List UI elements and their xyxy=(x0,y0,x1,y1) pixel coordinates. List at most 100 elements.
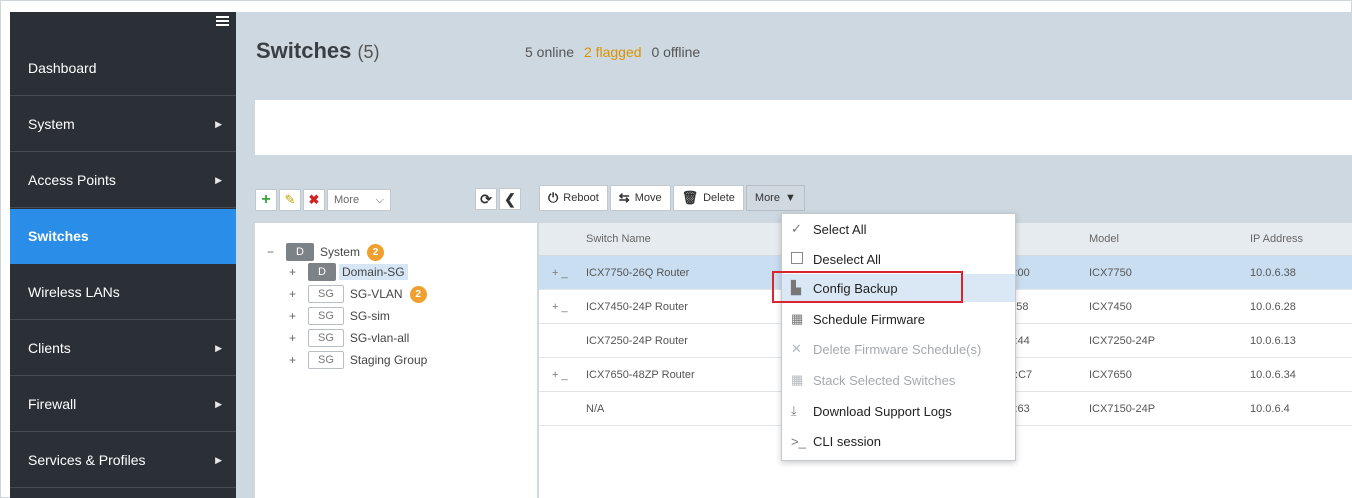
expand-toggle-icon[interactable]: + xyxy=(289,265,303,279)
expand-toggle-icon[interactable]: + xyxy=(289,353,303,367)
hamburger-menu-icon[interactable] xyxy=(216,16,229,28)
sidebar-item-label: Firewall xyxy=(28,396,77,412)
sidebar-item-system[interactable]: System ▶ xyxy=(10,97,236,152)
status-summary: 5 online 2 flagged 0 offline xyxy=(525,44,700,60)
more-dropdown-button[interactable]: More ▼ xyxy=(745,185,805,211)
menu-item-download-support-logs[interactable]: ⤓ Download Support Logs xyxy=(782,397,1015,425)
sidebar-item-services-profiles[interactable]: Services & Profiles ▶ xyxy=(10,433,236,488)
expand-row-icon[interactable]: + _ xyxy=(552,301,568,313)
check-icon: ✓ xyxy=(791,221,802,236)
tree-node-staging-group[interactable]: + SG Staging Group xyxy=(289,351,430,369)
cell-model: ICX7150-24P xyxy=(1089,403,1156,415)
expand-toggle-icon[interactable]: + xyxy=(289,309,303,323)
sidebar-item-dashboard[interactable]: Dashboard xyxy=(10,41,236,96)
tree-node-system[interactable]: − D System 2 xyxy=(267,243,384,261)
sidebar-item-clients[interactable]: Clients ▶ xyxy=(10,321,236,376)
cell-ip: 10.0.6.4 xyxy=(1250,403,1290,415)
menu-item-config-backup[interactable]: ▙ Config Backup xyxy=(782,274,1015,302)
menu-item-label: Stack Selected Switches xyxy=(813,372,956,388)
menu-item-label: Delete Firmware Schedule(s) xyxy=(813,341,982,357)
tree-node-label: Domain-SG xyxy=(338,264,408,280)
column-header-switch-name[interactable]: Switch Name xyxy=(586,233,651,245)
cell-switch-name: ICX7450-24P Router xyxy=(586,301,688,313)
switch-group-tag: SG xyxy=(308,329,344,347)
delete-label: Delete xyxy=(703,192,735,204)
menu-item-select-all[interactable]: ✓ Select All xyxy=(782,215,1015,243)
chevron-right-icon: ▶ xyxy=(215,398,222,409)
tree-node-domain-sg[interactable]: + D Domain-SG xyxy=(289,263,408,281)
edit-pencil-icon[interactable]: ✎ xyxy=(279,189,301,211)
group-tree: − D System 2 + D Domain-SG + SG SG-VLAN … xyxy=(255,223,537,498)
switch-group-tag: SG xyxy=(308,285,344,303)
switch-group-tag: SG xyxy=(308,307,344,325)
column-header-ip-address[interactable]: IP Address xyxy=(1250,233,1303,245)
column-header-model[interactable]: Model xyxy=(1089,233,1119,245)
tree-right-buttons: ⟳ ❮ xyxy=(475,188,521,210)
x-icon: ✕ xyxy=(791,341,802,356)
sidebar-item-label: Switches xyxy=(28,228,89,244)
cell-ip: 10.0.6.28 xyxy=(1250,301,1296,313)
menu-item-label: Download Support Logs xyxy=(813,403,952,419)
terminal-icon: >_ xyxy=(791,433,806,449)
flagged-count[interactable]: 2 flagged xyxy=(584,44,642,60)
sidebar-item-label: Dashboard xyxy=(28,60,97,76)
collapse-panel-icon[interactable]: ❮ xyxy=(499,188,521,210)
reboot-button[interactable]: ⏻ Reboot xyxy=(539,185,608,211)
sidebar-item-label: Wireless LANs xyxy=(28,284,120,300)
switch-count: (5) xyxy=(357,42,380,62)
chevron-right-icon: ▶ xyxy=(215,342,222,353)
reboot-label: Reboot xyxy=(563,192,599,204)
tree-node-sg-vlan[interactable]: + SG SG-VLAN 2 xyxy=(289,285,427,303)
expand-toggle-icon[interactable]: + xyxy=(289,331,303,345)
cell-model: ICX7450 xyxy=(1089,301,1132,313)
sidebar-item-access-points[interactable]: Access Points ▶ xyxy=(10,153,236,208)
menu-item-deselect-all[interactable]: Deselect All xyxy=(782,245,1015,273)
cell-switch-name: ICX7750-26Q Router xyxy=(586,267,690,279)
tree-node-label: Staging Group xyxy=(349,353,428,367)
add-group-button[interactable]: + xyxy=(255,189,277,211)
domain-tag: D xyxy=(286,243,314,261)
menu-item-label: Config Backup xyxy=(813,280,898,296)
sidebar-item-label: Clients xyxy=(28,340,71,356)
tree-node-label: SG-VLAN xyxy=(349,287,403,301)
expand-row-icon[interactable]: + _ xyxy=(552,267,568,279)
collapse-toggle-icon[interactable]: − xyxy=(267,245,281,259)
expand-toggle-icon[interactable]: + xyxy=(289,287,303,301)
sidebar-item-firewall[interactable]: Firewall ▶ xyxy=(10,377,236,432)
chevron-right-icon: ▶ xyxy=(215,174,222,185)
tree-node-label: SG-sim xyxy=(349,309,390,323)
menu-item-stack-selected-switches[interactable]: ▦ Stack Selected Switches xyxy=(782,366,1015,394)
sidebar-item-label: Access Points xyxy=(28,172,116,188)
tree-more-dropdown[interactable]: More ⌵ xyxy=(327,189,391,211)
move-button[interactable]: ⇆ Move xyxy=(609,185,671,211)
menu-item-delete-firmware-schedule[interactable]: ✕ Delete Firmware Schedule(s) xyxy=(782,335,1015,363)
sidebar-item-label: System xyxy=(28,116,75,132)
more-dropdown-menu: ✓ Select All Deselect All ▙ Config Backu… xyxy=(781,213,1016,461)
tree-node-sg-sim[interactable]: + SG SG-sim xyxy=(289,307,393,325)
switch-group-tag: SG xyxy=(308,351,344,369)
cell-ip: 10.0.6.38 xyxy=(1250,267,1296,279)
cell-model: ICX7750 xyxy=(1089,267,1132,279)
domain-tag: D xyxy=(308,263,336,281)
sidebar-item-switches[interactable]: Switches xyxy=(10,209,236,264)
delete-x-icon[interactable]: ✖ xyxy=(303,189,325,211)
chevron-right-icon: ▶ xyxy=(215,118,222,129)
expand-row-icon[interactable]: + _ xyxy=(552,369,568,381)
menu-item-schedule-firmware[interactable]: ▦ Schedule Firmware xyxy=(782,305,1015,333)
page-title: Switches (5) xyxy=(256,38,380,64)
sidebar-item-wireless-lans[interactable]: Wireless LANs xyxy=(10,265,236,320)
cell-ip: 10.0.6.13 xyxy=(1250,335,1296,347)
delete-button[interactable]: 🗑 Delete xyxy=(672,185,744,211)
page-title-text: Switches xyxy=(256,38,352,63)
trash-icon: 🗑 xyxy=(681,190,699,205)
sidebar-item-label: Services & Profiles xyxy=(28,452,146,468)
move-label: Move xyxy=(634,192,662,204)
tree-node-sg-vlan-all[interactable]: + SG SG-vlan-all xyxy=(289,329,412,347)
refresh-icon[interactable]: ⟳ xyxy=(475,188,497,210)
cell-switch-name: N/A xyxy=(586,403,605,415)
menu-item-label: Select All xyxy=(813,221,867,237)
tree-node-label: SG-vlan-all xyxy=(349,331,410,345)
menu-item-cli-session[interactable]: >_ CLI session xyxy=(782,427,1015,455)
filter-bar xyxy=(255,100,1352,155)
sidebar: Dashboard System ▶ Access Points ▶ Switc… xyxy=(10,12,236,498)
